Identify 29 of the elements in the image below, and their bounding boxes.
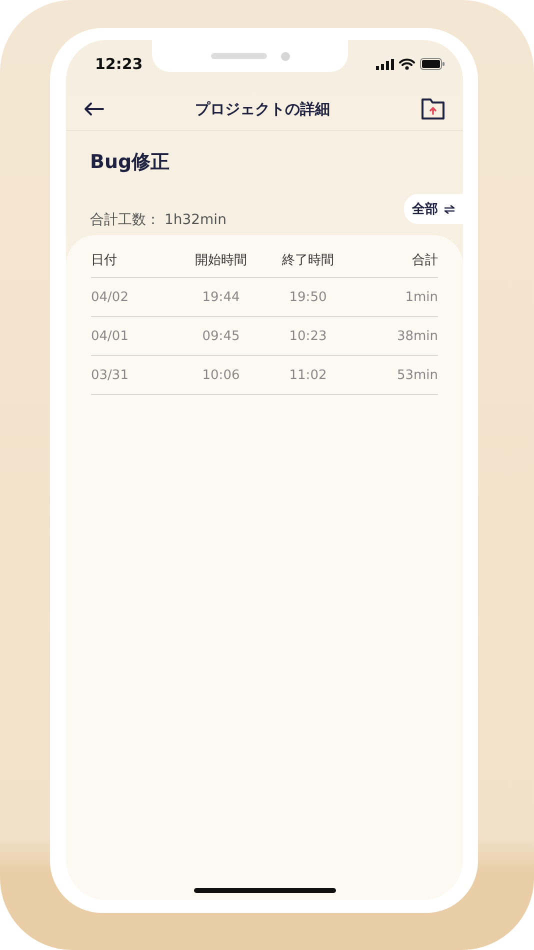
table-cell-text: 19:50 [288,290,328,304]
table-cell-text: 19:44 [201,290,241,304]
folder-upload-icon[interactable] [421,98,445,120]
project-name: Bug修正 [89,150,171,175]
column-header: 日付 [91,252,118,269]
column-header: 終了時間 [281,252,335,269]
column-header: 開始時間 [194,252,248,269]
table-cell-text: 03/31 [91,368,130,382]
camera-dot [280,52,290,60]
wifi-icon [399,58,415,70]
table-cell-text: 38min [396,328,438,344]
signal-icon [376,58,394,70]
swap-icon [444,204,455,214]
table-cell-text: 11:02 [288,368,328,382]
table-cell-text: 04/01 [91,328,130,344]
back-arrow-icon[interactable] [84,102,104,116]
table-cell-text: 10:23 [288,328,328,344]
table-cell-text: 53min [396,368,438,382]
table-cell-text: 09:45 [201,328,241,344]
battery-icon [420,58,445,70]
total-hours: 合計工数： 1h32min [90,211,226,229]
table-cell-text: 10:06 [201,368,241,382]
column-header: 合計 [411,252,438,269]
page-title: プロジェクトの詳細 [195,100,330,118]
status-time: 12:23 [95,55,143,73]
table-cell-text: 04/02 [91,290,130,304]
speaker-grille [210,53,266,59]
table-cell-text: 1min [404,290,438,304]
filter-toggle[interactable]: 全部 [404,194,463,224]
